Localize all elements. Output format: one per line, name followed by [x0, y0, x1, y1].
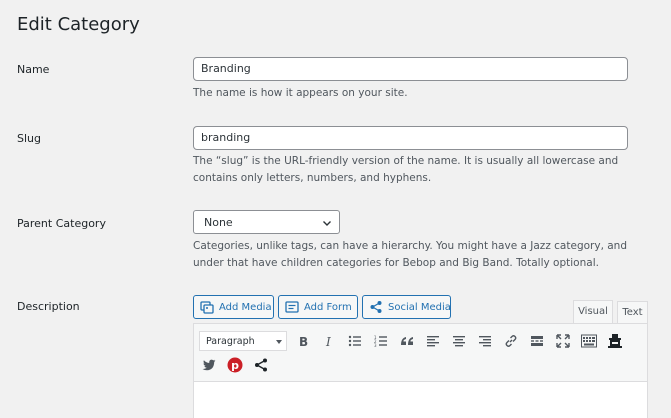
svg-text:B: B: [299, 335, 308, 347]
fullscreen-icon[interactable]: [554, 332, 572, 350]
parent-help-line-1: Categories, unlike tags, can have a hier…: [193, 240, 627, 252]
caret-down-icon: [276, 340, 282, 344]
toolbar-toggle-icon[interactable]: [580, 332, 598, 350]
italic-icon[interactable]: I: [320, 332, 338, 350]
chevron-down-icon: [322, 211, 332, 235]
add-media-button[interactable]: Add Media: [193, 295, 274, 319]
numbered-list-icon[interactable]: 123: [372, 332, 390, 350]
svg-text:3: 3: [374, 343, 377, 347]
parent-category-value: None: [204, 216, 233, 229]
form-icon: [285, 300, 299, 314]
share-icon[interactable]: [252, 356, 270, 374]
page-title: Edit Category: [17, 14, 140, 35]
add-media-label: Add Media: [219, 302, 272, 313]
slug-help-text: The “slug” is the URL-friendly version o…: [193, 153, 643, 186]
format-select-value: Paragraph: [206, 336, 255, 347]
slug-help-line-1: The “slug” is the URL-friendly version o…: [193, 155, 619, 167]
pinterest-icon[interactable]: p: [226, 356, 244, 374]
tab-text[interactable]: Text: [617, 301, 648, 323]
form-icon[interactable]: [606, 332, 624, 350]
bold-icon[interactable]: B: [294, 332, 312, 350]
name-input[interactable]: Branding: [193, 57, 628, 81]
add-form-label: Add Form: [304, 302, 352, 313]
parent-category-select[interactable]: None: [193, 210, 340, 234]
description-label: Description: [17, 300, 80, 313]
align-left-icon[interactable]: [424, 332, 442, 350]
description-editor[interactable]: Paragraph B I 123 p: [193, 323, 648, 418]
twitter-icon[interactable]: [200, 356, 218, 374]
slug-label: Slug: [17, 132, 41, 145]
read-more-icon[interactable]: [528, 332, 546, 350]
name-label: Name: [17, 63, 50, 76]
add-media-icon: [200, 300, 214, 314]
add-form-button[interactable]: Add Form: [278, 295, 358, 319]
link-icon[interactable]: [502, 332, 520, 350]
svg-text:p: p: [231, 359, 239, 372]
social-media-button[interactable]: Social Media: [362, 295, 451, 319]
edit-category-page: Edit Category Name Branding The name is …: [0, 0, 671, 418]
parent-category-label: Parent Category: [17, 217, 106, 230]
social-media-label: Social Media: [388, 302, 451, 313]
bulleted-list-icon[interactable]: [346, 332, 364, 350]
name-help-text: The name is how it appears on your site.: [193, 87, 408, 99]
tab-visual[interactable]: Visual: [573, 300, 613, 323]
parent-help-line-2: under that have children categories for …: [193, 256, 599, 269]
align-center-icon[interactable]: [450, 332, 468, 350]
parent-help-text: Categories, unlike tags, can have a hier…: [193, 238, 643, 271]
slug-help-line-2: contains only letters, numbers, and hyph…: [193, 171, 432, 184]
format-select[interactable]: Paragraph: [199, 331, 287, 351]
slug-input[interactable]: branding: [193, 126, 628, 150]
align-right-icon[interactable]: [476, 332, 494, 350]
blockquote-icon[interactable]: [398, 332, 416, 350]
svg-text:I: I: [325, 335, 331, 347]
share-icon: [369, 300, 383, 314]
editor-toolbar: Paragraph B I 123 p: [194, 324, 647, 382]
